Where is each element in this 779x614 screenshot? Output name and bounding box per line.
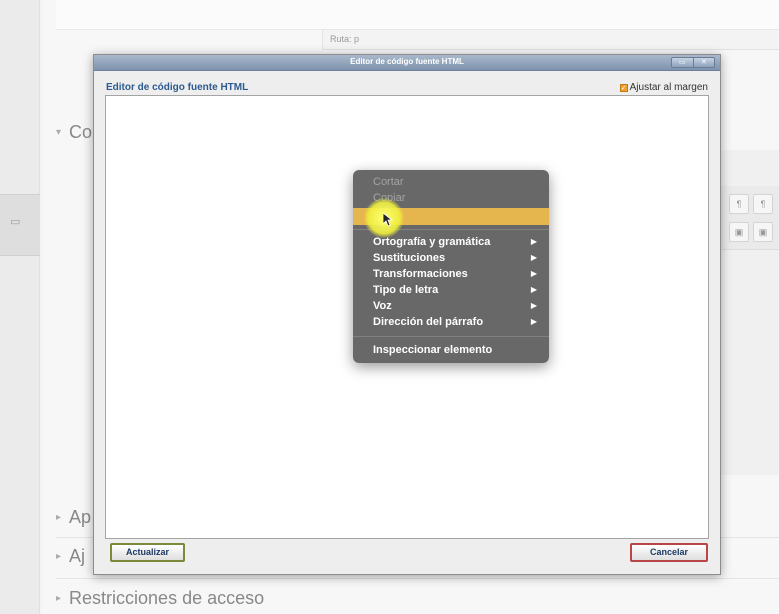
collapsed-caret-icon: ▸ bbox=[56, 512, 62, 523]
rtl-paragraph-icon[interactable]: ¶ bbox=[753, 194, 773, 214]
section-apariencia[interactable]: ▸ Ap bbox=[56, 507, 91, 528]
expanded-caret-icon: ▾ bbox=[56, 127, 62, 138]
collapse-icon: ▭ bbox=[10, 215, 21, 228]
divider bbox=[56, 578, 779, 579]
submenu-arrow-icon: ▶ bbox=[530, 237, 537, 246]
left-sidebar-strip bbox=[0, 0, 40, 614]
submenu-arrow-icon: ▶ bbox=[530, 285, 537, 294]
section-restricciones[interactable]: ▸ Restricciones de acceso bbox=[56, 588, 264, 609]
dialog-title-bar[interactable]: Editor de código fuente HTML ▭ ✕ bbox=[94, 55, 720, 71]
editor-path-label: Ruta: p bbox=[330, 34, 360, 44]
menu-item-label: Voz bbox=[373, 300, 392, 312]
submenu-arrow-icon: ▶ bbox=[530, 253, 537, 262]
menu-separator bbox=[353, 336, 549, 337]
section-contenido[interactable]: ▾ Co bbox=[56, 122, 92, 143]
dialog-window-title: Editor de código fuente HTML bbox=[350, 57, 464, 66]
maximize-icon[interactable]: ▭ bbox=[672, 58, 693, 67]
menu-item-label: Ortografía y gramática bbox=[373, 236, 491, 248]
menu-item-inspect[interactable]: Inspeccionar elemento bbox=[353, 342, 549, 358]
menu-item-speech[interactable]: Voz ▶ bbox=[353, 298, 549, 314]
wrap-toggle[interactable]: ✓ Ajustar al margen bbox=[619, 82, 708, 93]
menu-item-substitutions[interactable]: Sustituciones ▶ bbox=[353, 250, 549, 266]
section-label: Restricciones de acceso bbox=[69, 588, 265, 608]
paste-word-icon[interactable]: ▣ bbox=[753, 222, 773, 242]
wrap-label: Ajustar al margen bbox=[629, 82, 708, 93]
collapsed-caret-icon: ▸ bbox=[56, 593, 62, 604]
menu-item-cut[interactable]: Cortar bbox=[353, 174, 549, 190]
menu-item-transformations[interactable]: Transformaciones ▶ bbox=[353, 266, 549, 282]
section-label: Ap bbox=[69, 507, 92, 527]
cancel-button[interactable]: Cancelar bbox=[630, 543, 708, 562]
section-label: Co bbox=[69, 122, 93, 142]
menu-item-font[interactable]: Tipo de letra ▶ bbox=[353, 282, 549, 298]
close-icon[interactable]: ✕ bbox=[692, 58, 715, 67]
submenu-arrow-icon: ▶ bbox=[530, 269, 537, 278]
top-panel bbox=[56, 0, 779, 30]
section-label: Aj bbox=[69, 546, 86, 566]
mouse-pointer-icon bbox=[383, 213, 393, 227]
background-editor-toolbar: ¶ ¶ ▣ ▣ bbox=[719, 186, 779, 250]
section-ajustes[interactable]: ▸ Aj bbox=[56, 546, 85, 567]
menu-item-paragraph-direction[interactable]: Dirección del párrafo ▶ bbox=[353, 314, 549, 330]
editor-path-bar bbox=[322, 30, 779, 50]
window-controls: ▭ ✕ bbox=[671, 57, 715, 68]
submenu-arrow-icon: ▶ bbox=[530, 301, 537, 310]
collapsed-caret-icon: ▸ bbox=[56, 551, 62, 562]
menu-item-label: Sustituciones bbox=[373, 252, 446, 264]
menu-item-label: Tipo de letra bbox=[373, 284, 439, 296]
ltr-paragraph-icon[interactable]: ¶ bbox=[729, 194, 749, 214]
paste-icon[interactable]: ▣ bbox=[729, 222, 749, 242]
menu-item-label: Dirección del párrafo bbox=[373, 316, 484, 328]
menu-item-label: Transformaciones bbox=[373, 268, 468, 280]
update-button[interactable]: Actualizar bbox=[110, 543, 185, 562]
sidebar-collapse-tab[interactable]: ▭ bbox=[0, 194, 40, 256]
wrap-checkbox[interactable]: ✓ bbox=[619, 83, 628, 92]
dialog-header: Editor de código fuente HTML bbox=[106, 82, 249, 93]
submenu-arrow-icon: ▶ bbox=[530, 317, 537, 326]
